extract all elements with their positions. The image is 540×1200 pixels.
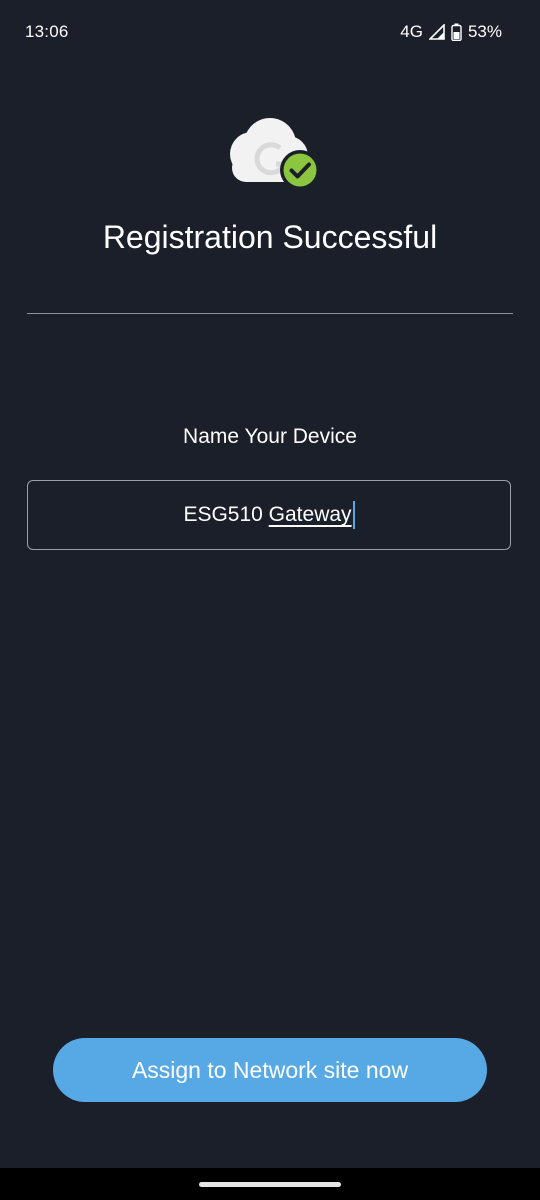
page-title: Registration Successful [102, 219, 438, 255]
battery-icon [451, 23, 462, 41]
device-name-input[interactable]: ESG510 Gateway [27, 480, 511, 550]
text-cursor [352, 501, 355, 529]
status-indicators: 4G 53% [400, 22, 502, 42]
device-name-label: Name Your Device [183, 425, 357, 448]
cloud-check-logo-icon [218, 110, 326, 194]
battery-level: 53% [467, 22, 502, 41]
device-name-value-part1: ESG510 [183, 503, 263, 526]
divider [27, 313, 513, 314]
status-bar: 13:06 4G 53% [0, 0, 540, 64]
navigation-bar [0, 1168, 540, 1200]
network-type: 4G [400, 22, 423, 41]
home-gesture-handle[interactable] [199, 1182, 341, 1187]
status-time: 13:06 [25, 22, 69, 41]
signal-icon [428, 24, 445, 40]
assign-to-network-site-button[interactable]: Assign to Network site now [53, 1038, 487, 1102]
device-name-value-part2: Gateway [268, 503, 352, 526]
